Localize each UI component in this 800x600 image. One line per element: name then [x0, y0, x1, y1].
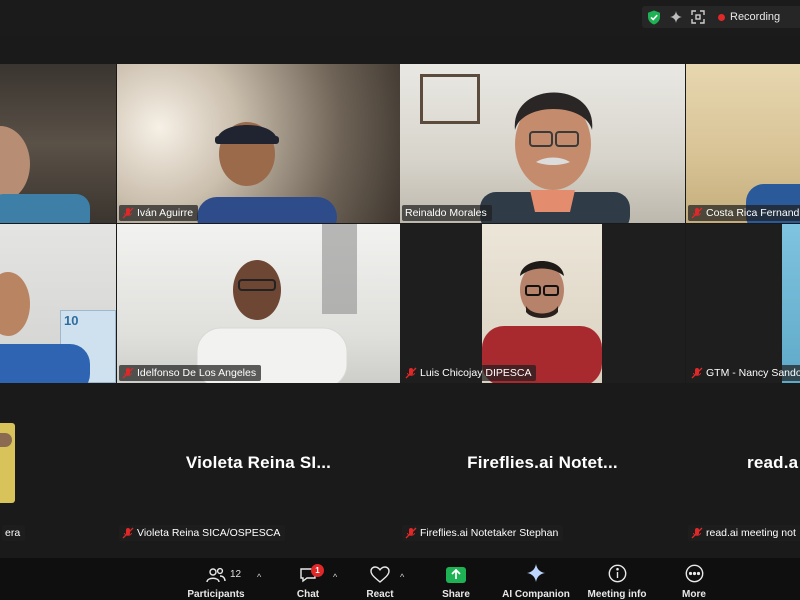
- video-tile-partial-left-2[interactable]: 10: [0, 224, 116, 383]
- meeting-info-label: Meeting info: [587, 589, 647, 600]
- ai-companion-label: AI Companion: [502, 589, 570, 600]
- mic-muted-icon: [691, 527, 703, 539]
- participant-name-tag: Idelfonso De Los Angeles: [119, 365, 262, 381]
- participant-name: Idelfonso De Los Angeles: [137, 367, 257, 379]
- participants-icon: [206, 558, 226, 583]
- participant-name: era: [5, 527, 21, 539]
- avatar: [0, 423, 15, 503]
- participant-name-tag: Costa Rica Fernand: [688, 205, 800, 221]
- participant-name: Costa Rica Fernand: [706, 207, 800, 219]
- mic-muted-icon: [691, 367, 703, 379]
- mic-muted-icon: [122, 207, 134, 219]
- share-icon: [446, 558, 466, 583]
- video-off-tile-violeta-reina[interactable]: Violeta Reina SI... Violeta Reina SICA/O…: [117, 383, 400, 545]
- recording-label: Recording: [730, 11, 781, 23]
- video-feed: [782, 224, 800, 383]
- mic-muted-icon: [405, 527, 417, 539]
- chat-button[interactable]: Chat: [288, 558, 328, 600]
- react-label: React: [366, 589, 394, 600]
- video-tile-luis-chicojay[interactable]: Luis Chicojay DIPESCA: [400, 224, 685, 383]
- participants-label: Participants: [187, 589, 245, 600]
- mic-muted-icon: [405, 367, 417, 379]
- video-tile-partial-left-1[interactable]: [0, 64, 116, 223]
- video-off-tile-fireflies[interactable]: Fireflies.ai Notet... Fireflies.ai Notet…: [400, 383, 685, 545]
- participant-video: [482, 261, 602, 383]
- top-status-cluster: Recording: [642, 6, 800, 28]
- participant-name: read.ai meeting not: [706, 527, 796, 539]
- video-off-tile-partial-left[interactable]: era: [0, 383, 116, 545]
- chat-caret-icon[interactable]: ^: [333, 572, 337, 582]
- video-tile-idelfonso-de-los-angeles[interactable]: Idelfonso De Los Angeles: [117, 224, 400, 383]
- participant-video: [197, 122, 337, 223]
- participants-caret-icon[interactable]: ^: [257, 572, 261, 582]
- participant-name: Reinaldo Morales: [405, 207, 487, 219]
- video-tile-costa-rica-fernand[interactable]: Costa Rica Fernand: [686, 64, 800, 223]
- more-icon: [685, 558, 704, 583]
- participant-name-tag: Reinaldo Morales: [402, 205, 492, 221]
- participant-display-name: read.a: [747, 453, 799, 472]
- participant-name-tag: era: [2, 525, 26, 541]
- participant-name: Iván Aguirre: [137, 207, 194, 219]
- shield-check-icon[interactable]: [644, 6, 664, 28]
- react-caret-icon[interactable]: ^: [400, 572, 404, 582]
- participant-display-name: Violeta Reina SI...: [185, 453, 332, 472]
- chat-badge: 1: [311, 564, 324, 577]
- sparkle-icon[interactable]: [666, 6, 686, 28]
- video-tile-gtm-nancy[interactable]: GTM - Nancy Sando: [686, 224, 800, 383]
- participants-count: 12: [230, 569, 242, 580]
- zoom-meeting-window: Recording Iván Aguirre Reinaldo Morales …: [0, 0, 800, 600]
- mic-muted-icon: [691, 207, 703, 219]
- participant-name-tag: read.ai meeting not: [688, 525, 800, 541]
- mic-muted-icon: [122, 367, 134, 379]
- info-icon: [608, 558, 627, 583]
- participant-name: Fireflies.ai Notetaker Stephan: [420, 527, 559, 539]
- participant-video: [0, 272, 90, 383]
- react-button[interactable]: React: [360, 558, 400, 600]
- meeting-toolbar: Participants 12 ^ Chat 1 ^ React ^ Share: [0, 558, 800, 600]
- participant-name-tag: GTM - Nancy Sando: [688, 365, 800, 381]
- ai-companion-button[interactable]: AI Companion: [500, 558, 572, 600]
- participant-name-tag: Luis Chicojay DIPESCA: [402, 365, 537, 381]
- video-tile-ivan-aguirre[interactable]: Iván Aguirre: [117, 64, 400, 223]
- participant-name: Violeta Reina SICA/OSPESCA: [137, 527, 281, 539]
- heart-icon: [370, 558, 390, 583]
- share-button[interactable]: Share: [436, 558, 476, 600]
- top-bar: Recording: [0, 0, 800, 36]
- participant-video: [196, 260, 347, 383]
- more-label: More: [682, 589, 706, 600]
- mic-muted-icon: [122, 527, 134, 539]
- ai-sparkle-icon: [526, 558, 546, 583]
- more-button[interactable]: More: [674, 558, 714, 600]
- participant-video: [480, 92, 630, 223]
- video-off-tile-read-ai[interactable]: read.a read.ai meeting not: [686, 383, 800, 545]
- recording-dot-icon: [718, 13, 725, 21]
- fullscreen-icon[interactable]: [688, 6, 708, 28]
- participant-name: Luis Chicojay DIPESCA: [420, 367, 532, 379]
- participant-name-tag: Iván Aguirre: [119, 205, 199, 221]
- video-tile-reinaldo-morales[interactable]: Reinaldo Morales: [400, 64, 685, 223]
- participant-name-tag: Violeta Reina SICA/OSPESCA: [119, 525, 286, 541]
- participant-name: GTM - Nancy Sando: [706, 367, 800, 379]
- meeting-info-button[interactable]: Meeting info: [586, 558, 648, 600]
- recording-indicator[interactable]: Recording: [718, 11, 780, 23]
- chat-label: Chat: [296, 589, 320, 600]
- participant-name-tag: Fireflies.ai Notetaker Stephan: [402, 525, 564, 541]
- share-label: Share: [442, 589, 470, 600]
- participant-display-name: Fireflies.ai Notet...: [467, 453, 618, 472]
- participant-video: [0, 126, 90, 223]
